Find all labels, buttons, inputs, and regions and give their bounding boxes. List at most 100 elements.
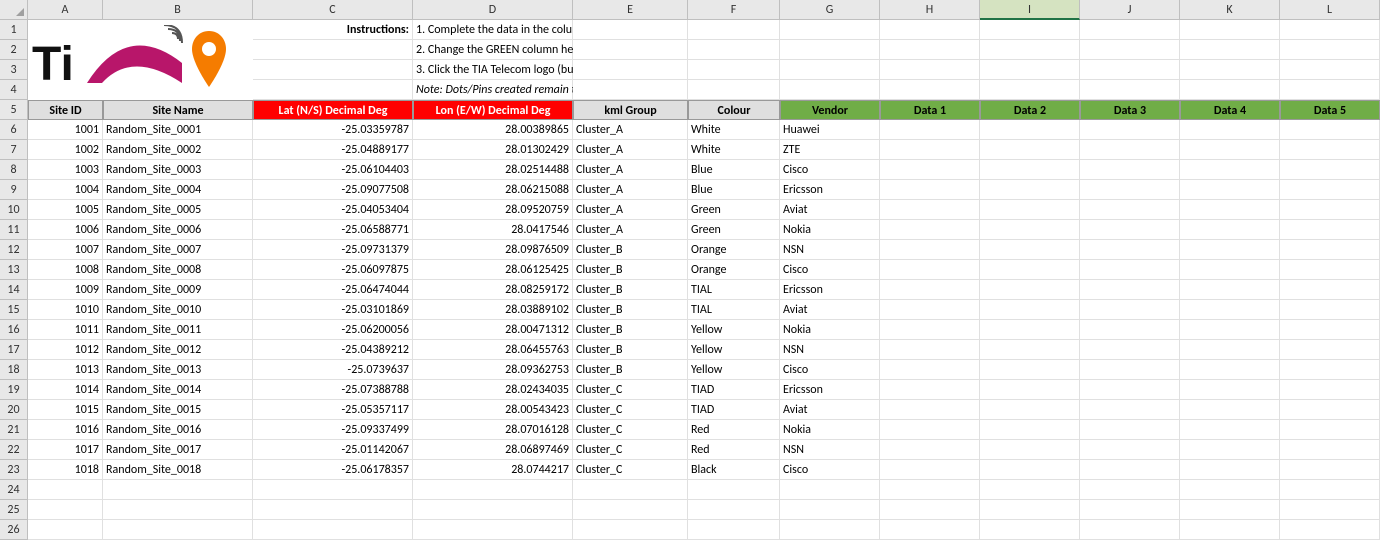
column-header-D[interactable]: D [413, 0, 573, 20]
cell-H20[interactable] [880, 400, 980, 420]
cell-kml-21[interactable]: Cluster_C [573, 420, 688, 440]
cell-lat-9[interactable]: -25.09077508 [253, 180, 413, 200]
cell-vendor-7[interactable]: ZTE [780, 140, 880, 160]
cell-F26[interactable] [688, 520, 780, 540]
cell-I1[interactable] [980, 20, 1080, 40]
cell-siteid-14[interactable]: 1009 [28, 280, 103, 300]
cell-L12[interactable] [1280, 240, 1380, 260]
cell-siteid-10[interactable]: 1005 [28, 200, 103, 220]
cell-lon-23[interactable]: 28.0744217 [413, 460, 573, 480]
cell-F25[interactable] [688, 500, 780, 520]
header-kml_group[interactable]: kml Group [573, 100, 688, 120]
cell-J22[interactable] [1080, 440, 1180, 460]
column-header-H[interactable]: H [880, 0, 980, 20]
cell-I20[interactable] [980, 400, 1080, 420]
header-data3[interactable]: Data 3 [1080, 100, 1180, 120]
cell-H4[interactable] [880, 80, 980, 100]
cell-lat-8[interactable]: -25.06104403 [253, 160, 413, 180]
cell-siteid-23[interactable]: 1018 [28, 460, 103, 480]
cell-H16[interactable] [880, 320, 980, 340]
row-header-8[interactable]: 8 [0, 160, 28, 180]
cell-B26[interactable] [103, 520, 253, 540]
cell-H2[interactable] [880, 40, 980, 60]
cell-vendor-16[interactable]: Nokia [780, 320, 880, 340]
header-data4[interactable]: Data 4 [1180, 100, 1280, 120]
cell-I22[interactable] [980, 440, 1080, 460]
cell-J2[interactable] [1080, 40, 1180, 60]
cell-vendor-8[interactable]: Cisco [780, 160, 880, 180]
row-header-24[interactable]: 24 [0, 480, 28, 500]
cell-K16[interactable] [1180, 320, 1280, 340]
cell-I13[interactable] [980, 260, 1080, 280]
row-header-16[interactable]: 16 [0, 320, 28, 340]
cell-lat-20[interactable]: -25.05357117 [253, 400, 413, 420]
cell-sitename-9[interactable]: Random_Site_0004 [103, 180, 253, 200]
cell-J18[interactable] [1080, 360, 1180, 380]
cell-I18[interactable] [980, 360, 1080, 380]
cell-E2[interactable] [573, 40, 688, 60]
row-header-17[interactable]: 17 [0, 340, 28, 360]
cell-J16[interactable] [1080, 320, 1180, 340]
cell-L17[interactable] [1280, 340, 1380, 360]
cell-I8[interactable] [980, 160, 1080, 180]
cell-lat-22[interactable]: -25.01142067 [253, 440, 413, 460]
cell-K25[interactable] [1180, 500, 1280, 520]
cell-sitename-6[interactable]: Random_Site_0001 [103, 120, 253, 140]
cell-H8[interactable] [880, 160, 980, 180]
column-header-E[interactable]: E [573, 0, 688, 20]
cell-colour-23[interactable]: Black [688, 460, 780, 480]
cell-K3[interactable] [1180, 60, 1280, 80]
row-header-25[interactable]: 25 [0, 500, 28, 520]
cell-I25[interactable] [980, 500, 1080, 520]
cell-E24[interactable] [573, 480, 688, 500]
cell-lon-8[interactable]: 28.02514488 [413, 160, 573, 180]
cell-H13[interactable] [880, 260, 980, 280]
cell-K23[interactable] [1180, 460, 1280, 480]
cell-lon-11[interactable]: 28.0417546 [413, 220, 573, 240]
cell-siteid-15[interactable]: 1010 [28, 300, 103, 320]
cell-colour-10[interactable]: Green [688, 200, 780, 220]
cell-K13[interactable] [1180, 260, 1280, 280]
cell-sitename-10[interactable]: Random_Site_0005 [103, 200, 253, 220]
cell-colour-12[interactable]: Orange [688, 240, 780, 260]
column-header-J[interactable]: J [1080, 0, 1180, 20]
cell-F4[interactable] [688, 80, 780, 100]
cell-K1[interactable] [1180, 20, 1280, 40]
cell-vendor-20[interactable]: Aviat [780, 400, 880, 420]
cell-kml-16[interactable]: Cluster_B [573, 320, 688, 340]
cell-K19[interactable] [1180, 380, 1280, 400]
cell-colour-7[interactable]: White [688, 140, 780, 160]
cell-sitename-15[interactable]: Random_Site_0010 [103, 300, 253, 320]
cell-G4[interactable] [780, 80, 880, 100]
row-header-13[interactable]: 13 [0, 260, 28, 280]
cell-colour-11[interactable]: Green [688, 220, 780, 240]
cell-I3[interactable] [980, 60, 1080, 80]
cell-J17[interactable] [1080, 340, 1180, 360]
cell-J24[interactable] [1080, 480, 1180, 500]
row-header-18[interactable]: 18 [0, 360, 28, 380]
cell-H25[interactable] [880, 500, 980, 520]
cell-G1[interactable] [780, 20, 880, 40]
cell-colour-18[interactable]: Yellow [688, 360, 780, 380]
cell-lat-18[interactable]: -25.0739637 [253, 360, 413, 380]
cell-K24[interactable] [1180, 480, 1280, 500]
cell-D25[interactable] [413, 500, 573, 520]
cell-L7[interactable] [1280, 140, 1380, 160]
cell-H15[interactable] [880, 300, 980, 320]
cell-J11[interactable] [1080, 220, 1180, 240]
cell-K7[interactable] [1180, 140, 1280, 160]
column-header-B[interactable]: B [103, 0, 253, 20]
cell-H26[interactable] [880, 520, 980, 540]
cell-G24[interactable] [780, 480, 880, 500]
row-header-10[interactable]: 10 [0, 200, 28, 220]
cell-K22[interactable] [1180, 440, 1280, 460]
cell-lat-17[interactable]: -25.04389212 [253, 340, 413, 360]
cell-lon-16[interactable]: 28.00471312 [413, 320, 573, 340]
cell-L26[interactable] [1280, 520, 1380, 540]
cell-J13[interactable] [1080, 260, 1180, 280]
header-data2[interactable]: Data 2 [980, 100, 1080, 120]
cell-C2[interactable] [253, 40, 413, 60]
cell-I17[interactable] [980, 340, 1080, 360]
cell-F1[interactable] [688, 20, 780, 40]
cell-colour-20[interactable]: TIAD [688, 400, 780, 420]
